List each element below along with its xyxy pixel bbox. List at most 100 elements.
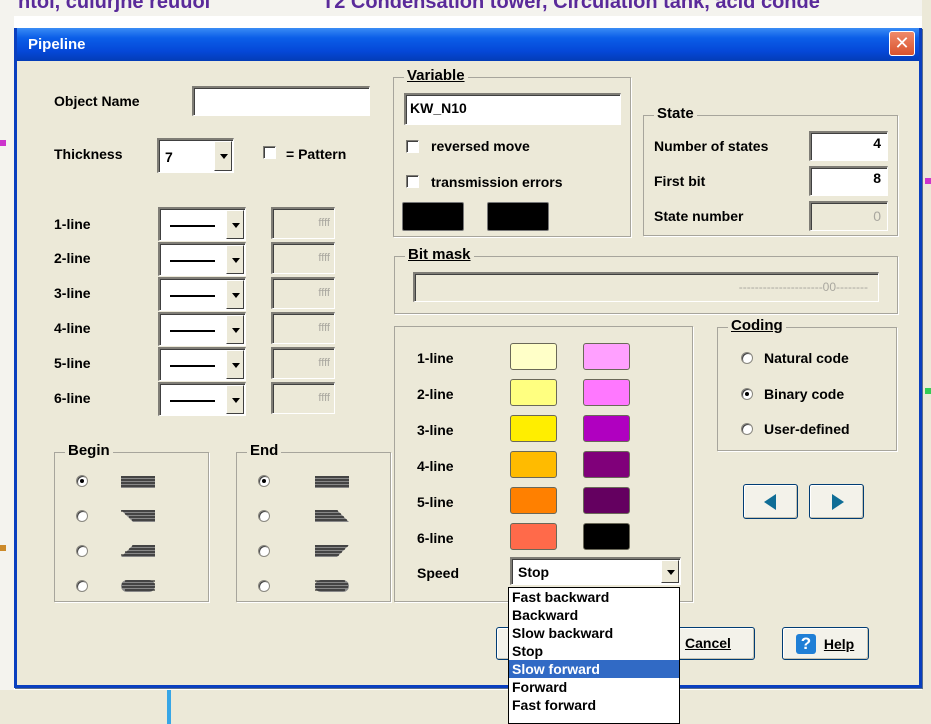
next-state-button[interactable]	[809, 484, 864, 519]
begin-option-1-radio[interactable]	[76, 475, 88, 487]
user-defined-radio[interactable]	[741, 423, 753, 435]
line-2-style-select[interactable]	[158, 242, 246, 276]
help-icon: ?	[796, 634, 816, 654]
color-row-4-label: 4-line	[417, 458, 454, 474]
help-label: Help	[823, 636, 855, 652]
background-marker	[925, 388, 931, 394]
help-button[interactable]: ? Help	[782, 627, 869, 660]
pattern-label: = Pattern	[286, 146, 347, 162]
color-row-6-left-swatch[interactable]	[510, 523, 557, 550]
line-5-style-select[interactable]	[158, 347, 246, 381]
begin-group: Begin	[54, 442, 209, 602]
transmission-errors-label: transmission errors	[431, 174, 563, 190]
begin-angled-icon	[121, 510, 155, 522]
transmission-errors-checkbox[interactable]	[406, 175, 419, 188]
variable-color-button-2[interactable]	[487, 202, 549, 231]
cancel-button[interactable]: Cancel	[672, 627, 755, 660]
reversed-move-checkbox[interactable]	[406, 140, 419, 153]
line-4-code: ffff	[271, 312, 335, 344]
chevron-down-icon[interactable]	[226, 385, 244, 414]
variable-color-button-1[interactable]	[402, 202, 464, 231]
thickness-select[interactable]: 7	[157, 138, 234, 173]
line-6-label: 6-line	[54, 390, 91, 406]
speed-option-slow-backward[interactable]: Slow backward	[509, 624, 679, 642]
color-row-2-right-swatch[interactable]	[583, 379, 630, 406]
begin-rounded-icon	[121, 580, 155, 592]
color-row-6-right-swatch[interactable]	[583, 523, 630, 550]
color-row-2-label: 2-line	[417, 386, 454, 402]
color-row-5-left-swatch[interactable]	[510, 487, 557, 514]
first-bit-input[interactable]: 8	[809, 166, 888, 196]
natural-code-radio[interactable]	[741, 352, 753, 364]
line-4-style-select[interactable]	[158, 312, 246, 346]
chevron-down-icon[interactable]	[226, 280, 244, 309]
line-6-style-select[interactable]	[158, 382, 246, 416]
thickness-value: 7	[165, 149, 173, 165]
color-row-3-right-swatch[interactable]	[583, 415, 630, 442]
line-6-code: ffff	[271, 382, 335, 414]
speed-select[interactable]: Stop	[510, 557, 681, 585]
state-number-input: 0	[809, 201, 888, 231]
line-3-style-select[interactable]	[158, 277, 246, 311]
chevron-down-icon[interactable]	[226, 210, 244, 239]
close-button[interactable]: ✕	[889, 31, 915, 56]
binary-code-label: Binary code	[764, 386, 845, 402]
speed-option-fast-backward[interactable]: Fast backward	[509, 588, 679, 606]
chevron-down-icon[interactable]	[661, 560, 679, 583]
background-app-strip: ntoi, cuiurjne reuuoi T2 Condensation to…	[0, 0, 931, 16]
end-group-label: End	[247, 442, 282, 459]
line-1-label: 1-line	[54, 216, 91, 232]
variable-input[interactable]: KW_N10	[404, 93, 621, 125]
speed-option-fast-forward[interactable]: Fast forward	[509, 696, 679, 714]
chevron-down-icon[interactable]	[214, 141, 232, 171]
background-text-right: T2 Condensation tower, Circulation tank,…	[322, 0, 820, 13]
previous-state-button[interactable]	[743, 484, 798, 519]
number-of-states-input[interactable]: 4	[809, 131, 888, 161]
begin-option-2-radio[interactable]	[76, 510, 88, 522]
line-3-code: ffff	[271, 277, 335, 309]
state-group: State Number of states 4 First bit 8 Sta…	[643, 105, 898, 236]
line-2-code: ffff	[271, 242, 335, 274]
speed-dropdown-list: Fast backward Backward Slow backward Sto…	[508, 587, 680, 724]
variable-group-label: Variable	[404, 67, 468, 84]
speed-value: Stop	[518, 564, 550, 580]
end-option-4-radio[interactable]	[258, 580, 270, 592]
title-bar: Pipeline ✕	[17, 28, 919, 61]
begin-option-3-radio[interactable]	[76, 545, 88, 557]
color-row-5-right-swatch[interactable]	[583, 487, 630, 514]
speed-option-stop[interactable]: Stop	[509, 642, 679, 660]
color-row-1-left-swatch[interactable]	[510, 343, 557, 370]
line-5-code: ffff	[271, 347, 335, 379]
chevron-down-icon[interactable]	[226, 350, 244, 379]
object-name-input[interactable]	[192, 86, 370, 116]
line-1-style-select[interactable]	[158, 207, 246, 241]
pattern-checkbox[interactable]	[263, 146, 276, 159]
chevron-down-icon[interactable]	[226, 245, 244, 274]
begin-flat-icon	[121, 476, 155, 488]
thickness-label: Thickness	[54, 146, 123, 162]
end-group: End	[236, 442, 391, 602]
close-icon: ✕	[894, 33, 910, 53]
end-option-1-radio[interactable]	[258, 475, 270, 487]
line-2-label: 2-line	[54, 250, 91, 266]
color-row-3-left-swatch[interactable]	[510, 415, 557, 442]
speed-option-backward[interactable]: Backward	[509, 606, 679, 624]
color-row-3-label: 3-line	[417, 422, 454, 438]
chevron-down-icon[interactable]	[226, 315, 244, 344]
begin-option-4-radio[interactable]	[76, 580, 88, 592]
color-row-2-left-swatch[interactable]	[510, 379, 557, 406]
line-style-icon	[170, 294, 215, 297]
object-name-label: Object Name	[54, 93, 140, 109]
user-defined-label: User-defined	[764, 421, 850, 437]
binary-code-radio[interactable]	[741, 388, 753, 400]
cancel-label: Cancel	[685, 635, 731, 651]
speed-option-slow-forward[interactable]: Slow forward	[509, 660, 679, 678]
speed-option-forward[interactable]: Forward	[509, 678, 679, 696]
bit-mask-group: Bit mask ---------------------00--------	[394, 246, 898, 314]
end-option-3-radio[interactable]	[258, 545, 270, 557]
end-option-2-radio[interactable]	[258, 510, 270, 522]
color-row-4-left-swatch[interactable]	[510, 451, 557, 478]
color-row-1-right-swatch[interactable]	[583, 343, 630, 370]
color-row-4-right-swatch[interactable]	[583, 451, 630, 478]
end-rounded-icon	[315, 580, 349, 592]
